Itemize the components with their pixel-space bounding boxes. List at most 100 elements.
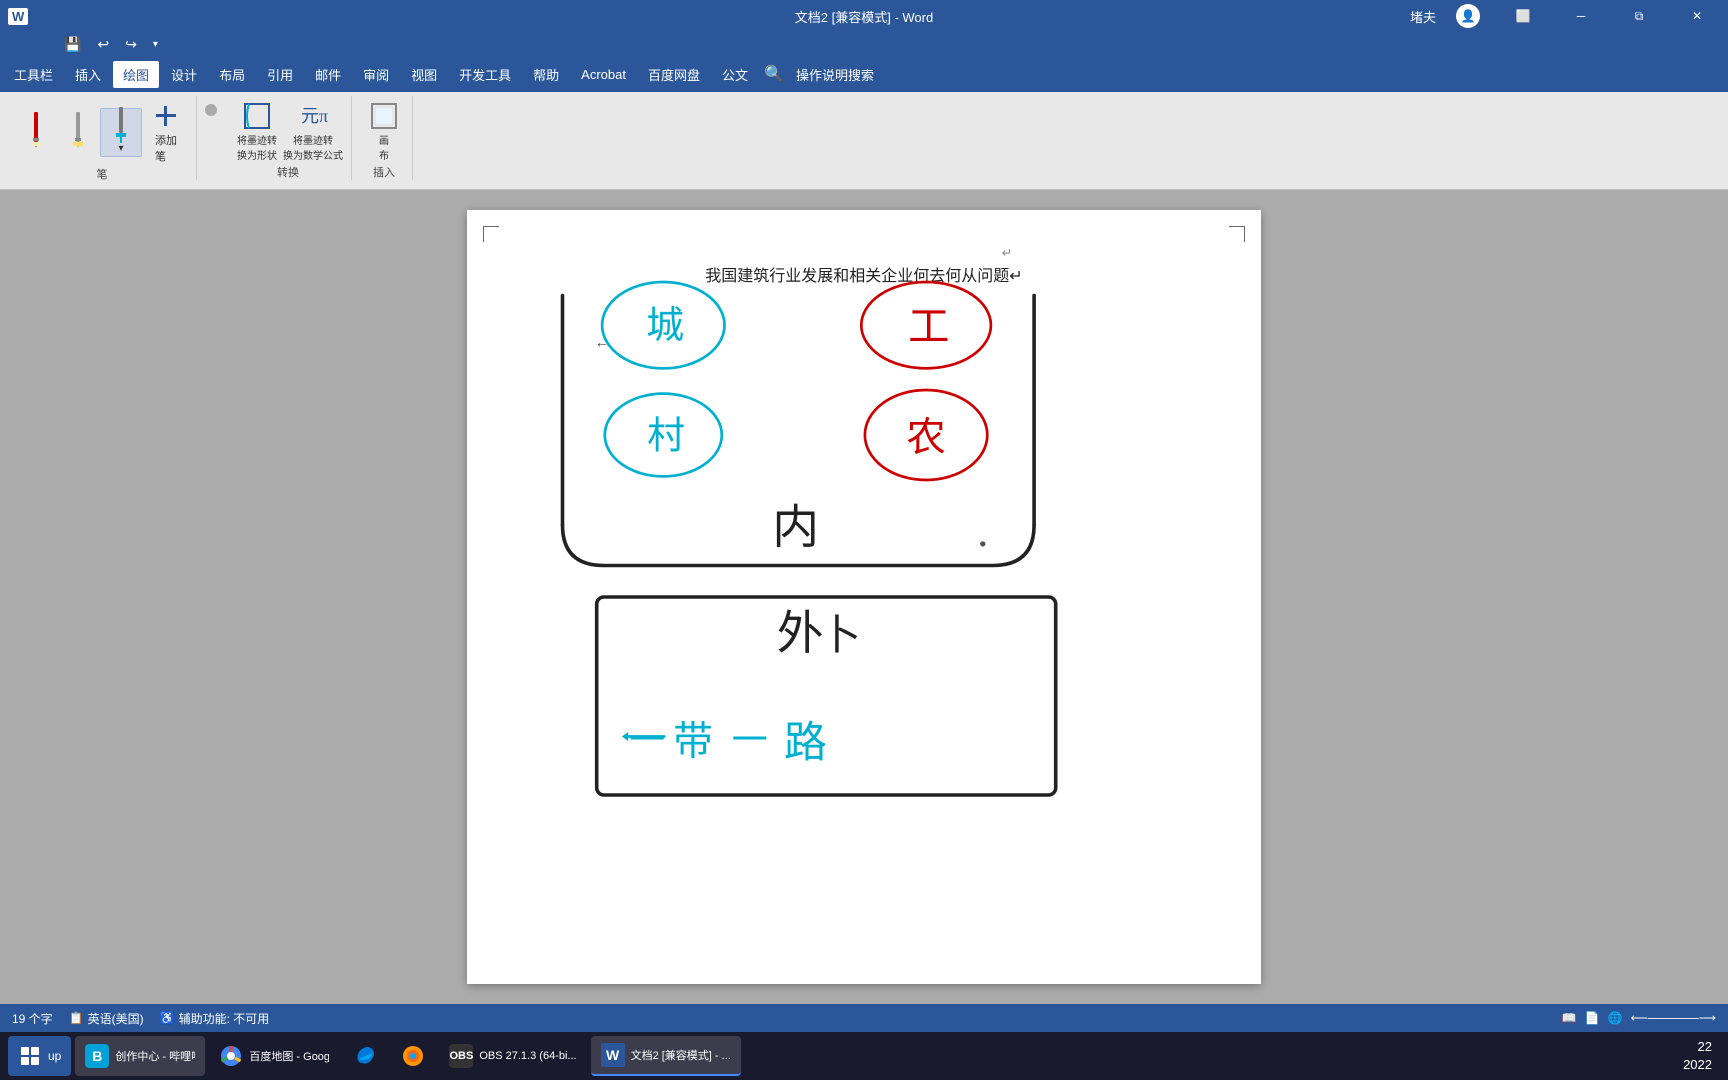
lasso-tool[interactable] [205, 104, 217, 116]
yellow-pen-button[interactable] [58, 114, 98, 150]
qat-customize-icon[interactable]: ▾ [149, 39, 162, 50]
taskbar-baidu-map[interactable]: 百度地图 - Googl... [209, 1036, 339, 1076]
word-label: 文档2 [兼容模式] - ... [631, 1047, 731, 1063]
menu-toolbar[interactable]: 工具栏 [4, 61, 63, 88]
firefox-icon [401, 1044, 425, 1068]
baidu-map-label: 百度地图 - Googl... [249, 1048, 329, 1064]
red-pen-button[interactable] [16, 114, 56, 150]
yellow-pen-icon [62, 116, 94, 148]
statusbar: 19 个字 📋 英语(美国) ♿ 辅助功能: 不可用 📖 📄 🌐 ⟵──────… [0, 1004, 1728, 1032]
taskbar-firefox[interactable] [391, 1036, 435, 1076]
accessibility-status[interactable]: ♿ 辅助功能: 不可用 [160, 1010, 270, 1027]
svg-text:农: 农 [906, 415, 946, 459]
pen-tools: ▾ 添加 笔 [16, 98, 188, 166]
drawing-canvas: 城 村 工 农 内 外 卜 [467, 210, 1261, 984]
word-taskbar-icon: W [601, 1043, 625, 1067]
bilibili-icon: B [85, 1044, 109, 1068]
restore-button[interactable]: ⧉ [1616, 0, 1662, 32]
svg-text:城: 城 [646, 305, 684, 347]
page-title-text: 我国建筑行业发展和相关企业何去何从问题↵ [705, 268, 1022, 285]
language-status[interactable]: 📋 英语(美国) [69, 1010, 144, 1027]
menu-insert[interactable]: 插入 [65, 61, 111, 88]
ribbon-group-convert: 将墨迹转 换为形状 元π 将墨迹转 换为数学公式 转换 [225, 96, 352, 180]
web-view-icon[interactable]: 🌐 [1608, 1011, 1623, 1025]
taskbar-clock: 22 2022 [1683, 1038, 1720, 1074]
svg-text:外: 外 [777, 608, 824, 660]
start-icon [18, 1044, 42, 1068]
menu-draw[interactable]: 绘图 [113, 61, 159, 88]
corner-mark-tl [483, 226, 499, 242]
menu-developer[interactable]: 开发工具 [449, 61, 521, 88]
menu-review[interactable]: 审阅 [353, 61, 399, 88]
taskbar-edge[interactable] [343, 1036, 387, 1076]
convert-tools: 将墨迹转 换为形状 元π 将墨迹转 换为数学公式 [233, 98, 343, 164]
draw-canvas-label: 画 布 [379, 132, 389, 162]
clock-time: 22 [1683, 1038, 1712, 1056]
taskbar-bilibili[interactable]: B 创作中心 - 哔哩哔... [75, 1036, 205, 1076]
ink-to-shape-button[interactable]: 将墨迹转 换为形状 [233, 98, 281, 164]
menu-design[interactable]: 设计 [161, 61, 207, 88]
titlebar: W 文档2 [兼容模式] - Word 堵夫 👤 ⬜ ─ ⧉ ✕ [0, 0, 1728, 32]
clock-date: 2022 [1683, 1056, 1712, 1074]
menu-mail[interactable]: 邮件 [305, 61, 351, 88]
taskbar-word[interactable]: W 文档2 [兼容模式] - ... [591, 1036, 741, 1076]
chrome-icon [219, 1044, 243, 1068]
pen-group-label: 笔 [97, 166, 108, 184]
accessibility-icon: ♿ [160, 1011, 175, 1025]
user-avatar-icon[interactable]: 👤 [1456, 4, 1480, 28]
svg-text:一: 一 [629, 720, 665, 760]
ink-to-shape-icon [241, 100, 273, 132]
help-search-icon: 🔍 [764, 64, 784, 84]
print-view-icon[interactable]: 📄 [1585, 1011, 1600, 1025]
draw-canvas-button[interactable]: 画 布 [364, 98, 404, 164]
svg-text:元π: 元π [301, 106, 328, 126]
zoom-slider[interactable]: ⟵──────⟶ [1631, 1011, 1716, 1025]
start-label: up [48, 1049, 61, 1063]
window-layout-icon[interactable]: ⬜ [1500, 0, 1546, 32]
page-title: 我国建筑行业发展和相关企业何去何从问题↵ [467, 262, 1261, 286]
menu-baidu-disk[interactable]: 百度网盘 [638, 61, 710, 88]
svg-text:村: 村 [647, 416, 685, 458]
insert-tools: 画 布 [364, 98, 404, 164]
menu-view[interactable]: 视图 [401, 61, 447, 88]
titlebar-right: 堵夫 👤 ⬜ ─ ⧉ ✕ [1410, 0, 1720, 32]
ink-to-math-button[interactable]: 元π 将墨迹转 换为数学公式 [283, 98, 343, 164]
red-pen-icon [20, 116, 52, 148]
menu-help[interactable]: 帮助 [523, 61, 569, 88]
taskbar-obs[interactable]: OBS OBS 27.1.3 (64-bi... [439, 1036, 586, 1076]
document-page[interactable]: 我国建筑行业发展和相关企业何去何从问题↵ 城 村 工 农 内 [467, 210, 1261, 984]
svg-text:路: 路 [784, 720, 827, 767]
insert-group-label: 插入 [373, 164, 395, 182]
qat-redo-icon[interactable]: ↪ [121, 36, 141, 53]
view-controls: 📖 📄 🌐 ⟵──────⟶ [1562, 1011, 1716, 1025]
menu-search[interactable]: 操作说明搜索 [786, 61, 884, 88]
edge-icon [353, 1044, 377, 1068]
add-pen-icon [150, 100, 182, 132]
blue-pen-button[interactable]: ▾ [100, 108, 142, 157]
convert-group-label: 转换 [277, 164, 299, 182]
taskbar: up B 创作中心 - 哔哩哔... 百度地图 - Googl... [0, 1032, 1728, 1080]
minimize-button[interactable]: ─ [1558, 0, 1604, 32]
menu-official[interactable]: 公文 [712, 61, 758, 88]
qat-save-icon[interactable]: 💾 [60, 36, 85, 53]
read-view-icon[interactable]: 📖 [1562, 1011, 1577, 1025]
start-button[interactable]: up [8, 1036, 71, 1076]
ink-to-math-icon: 元π [297, 100, 329, 132]
corner-mark-tr [1229, 226, 1245, 242]
document-area: 我国建筑行业发展和相关企业何去何从问题↵ 城 村 工 农 内 [0, 190, 1728, 1004]
pen-dropdown-icon[interactable]: ▾ [118, 143, 123, 154]
bilibili-label: 创作中心 - 哔哩哔... [115, 1048, 195, 1064]
menu-references[interactable]: 引用 [257, 61, 303, 88]
ink-to-math-label: 将墨迹转 换为数学公式 [283, 132, 343, 162]
add-pen-button[interactable]: 添加 笔 [144, 98, 188, 166]
titlebar-left: W [8, 8, 28, 25]
draw-canvas-icon [368, 100, 400, 132]
svg-text:工: 工 [908, 304, 949, 350]
qat-undo-icon[interactable]: ↩ [93, 36, 113, 53]
menu-layout[interactable]: 布局 [209, 61, 255, 88]
accessibility-text: 辅助功能: 不可用 [179, 1010, 270, 1027]
user-name: 堵夫 [1410, 7, 1436, 26]
obs-label: OBS 27.1.3 (64-bi... [479, 1050, 576, 1062]
menu-acrobat[interactable]: Acrobat [571, 63, 636, 86]
close-button[interactable]: ✕ [1674, 0, 1720, 32]
